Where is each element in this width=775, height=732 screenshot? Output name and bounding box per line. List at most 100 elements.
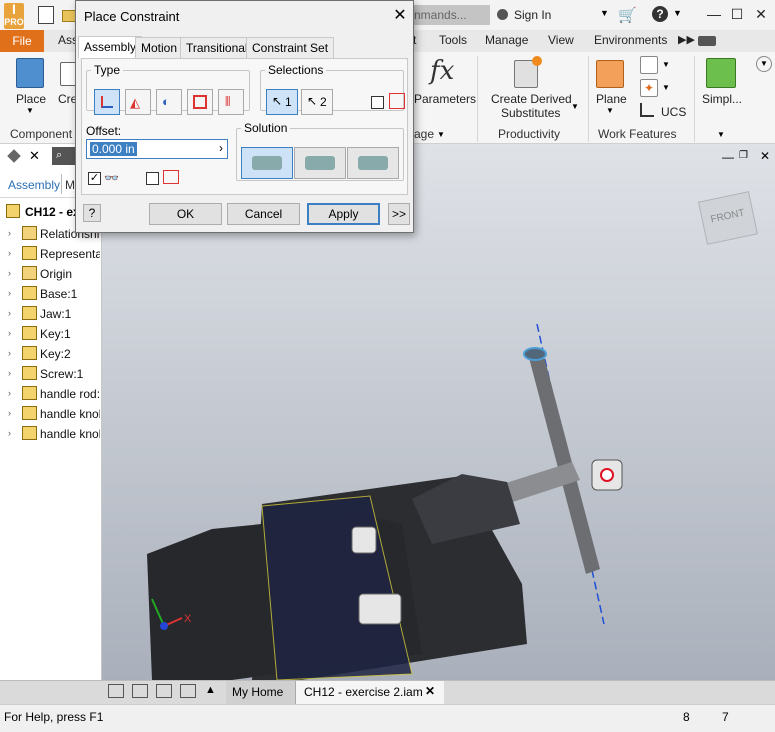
expand-chevron-icon[interactable]: › <box>8 428 11 438</box>
expand-chevron-icon[interactable]: › <box>8 268 11 278</box>
ok-button[interactable]: OK <box>149 203 222 225</box>
tab-assembly[interactable]: Assembly <box>78 36 143 58</box>
insert-constraint-icon[interactable] <box>187 89 213 115</box>
more-options-button[interactable]: >> <box>388 203 410 225</box>
search-input[interactable]: nmands... <box>408 5 490 25</box>
maximize-icon[interactable]: ☐ <box>728 5 746 23</box>
expand-chevron-icon[interactable]: › <box>8 408 11 418</box>
axis-dropdown-icon[interactable]: ▼ <box>662 60 670 69</box>
more-tabs-icon[interactable]: ▶▶ <box>678 33 695 46</box>
apply-button[interactable]: Apply <box>307 203 380 225</box>
dialog-close-icon[interactable]: ✕ <box>390 5 410 25</box>
part-icon <box>22 386 37 400</box>
point-icon[interactable]: ✦ <box>640 79 658 97</box>
browser-tree-item[interactable]: › Screw:1 <box>0 364 100 384</box>
tab-environments[interactable]: Environments <box>594 33 667 47</box>
cascade-windows-icon[interactable] <box>108 684 124 698</box>
place-dropdown-icon[interactable]: ▼ <box>26 106 34 115</box>
close-browser-icon[interactable]: ✕ <box>29 148 40 164</box>
selection-1-button[interactable]: ↖ 1 <box>266 89 298 115</box>
inventor-logo-icon[interactable]: I PRO <box>4 2 24 29</box>
viewport-minimize-icon[interactable]: — <box>722 150 734 164</box>
simplify-dropdown-icon[interactable]: ▼ <box>717 130 725 139</box>
pick-part-first-checkbox[interactable] <box>371 96 384 109</box>
panel-toggle-icon[interactable] <box>698 36 716 46</box>
browser-tree-item[interactable]: › Key:2 <box>0 344 100 364</box>
symmetry-constraint-icon[interactable]: ⫴ <box>218 89 244 115</box>
browser-tree-item[interactable]: › Representati <box>0 244 100 264</box>
browser-tree-item[interactable]: › Base:1 <box>0 284 100 304</box>
help-dropdown-icon[interactable]: ▼ <box>673 8 682 18</box>
ribbon-options-icon[interactable]: ▼ <box>756 56 772 72</box>
tangent-constraint-icon[interactable]: ◐ <box>156 89 182 115</box>
axis-icon[interactable] <box>640 56 658 74</box>
doc-menu-icon[interactable]: ▲ <box>205 684 216 696</box>
expand-chevron-icon[interactable]: › <box>8 248 11 258</box>
selection-2-button[interactable]: ↖ 2 <box>301 89 333 115</box>
undirected-solution-button[interactable] <box>347 147 399 179</box>
ucs-button[interactable]: UCS <box>661 105 686 119</box>
expand-chevron-icon[interactable]: › <box>8 328 11 338</box>
tile-windows-icon[interactable] <box>132 684 148 698</box>
viewport-close-icon[interactable]: ✕ <box>760 149 770 163</box>
create-derived-label[interactable]: Create Derived <box>491 92 572 106</box>
dialog-help-button[interactable]: ? <box>83 204 101 222</box>
vertical-tile-icon[interactable] <box>180 684 196 698</box>
plane-button[interactable]: Plane <box>596 92 627 106</box>
tab-transitional[interactable]: Transitional <box>180 37 254 58</box>
new-file-icon[interactable] <box>38 6 54 24</box>
tab-active-document[interactable]: CH12 - exercise 2.iam <box>296 681 444 704</box>
place-button-label[interactable]: Place <box>16 92 46 106</box>
substitutes-label[interactable]: Substitutes <box>501 106 560 120</box>
cancel-button[interactable]: Cancel <box>227 203 300 225</box>
cart-icon[interactable]: 🛒 <box>618 6 637 24</box>
tab-browser-assembly[interactable]: Assembly <box>8 178 60 192</box>
parameters-fx-icon[interactable]: fx <box>430 56 454 86</box>
browser-tree-item[interactable]: › Key:1 <box>0 324 100 344</box>
close-doc-tab-icon[interactable]: ✕ <box>425 684 435 698</box>
browser-tree-item[interactable]: › handle knob <box>0 424 100 444</box>
browser-tree-item[interactable]: › handle knob <box>0 404 100 424</box>
substitutes-dropdown-icon[interactable]: ▼ <box>571 102 579 111</box>
sign-in-link[interactable]: Sign In <box>514 8 551 22</box>
simplify-button[interactable]: Simpl... <box>702 92 742 106</box>
ucs-icon[interactable] <box>640 103 654 117</box>
expand-chevron-icon[interactable]: › <box>8 388 11 398</box>
point-dropdown-icon[interactable]: ▼ <box>662 83 670 92</box>
plane-dropdown-icon[interactable]: ▼ <box>606 106 614 115</box>
mate-constraint-icon[interactable] <box>94 89 120 115</box>
expand-chevron-icon[interactable]: › <box>8 308 11 318</box>
assembly-root-label[interactable]: CH12 - ex <box>25 205 80 219</box>
predict-offset-checkbox[interactable] <box>146 172 159 185</box>
group-expand-icon[interactable]: ▼ <box>437 130 445 139</box>
angle-constraint-icon[interactable]: ◭ <box>125 89 151 115</box>
horizontal-tile-icon[interactable] <box>156 684 172 698</box>
expand-chevron-icon[interactable]: › <box>8 228 11 238</box>
plane-icon[interactable] <box>596 60 624 88</box>
viewport-restore-icon[interactable]: ❐ <box>739 150 748 161</box>
tab-view[interactable]: View <box>548 33 574 47</box>
flush-solution-button[interactable] <box>294 147 346 179</box>
close-app-icon[interactable]: ✕ <box>752 5 770 23</box>
expand-chevron-icon[interactable]: › <box>8 288 11 298</box>
browser-tree-item[interactable]: › Origin <box>0 264 100 284</box>
browser-tree-item[interactable]: › handle rod: <box>0 384 100 404</box>
tab-my-home[interactable]: My Home <box>226 681 296 704</box>
tab-file[interactable]: File <box>0 30 44 52</box>
preview-checkbox[interactable]: ✓ <box>88 172 101 185</box>
minimize-icon[interactable]: — <box>705 5 723 23</box>
tab-tools[interactable]: Tools <box>439 33 467 47</box>
tab-constraint-set[interactable]: Constraint Set <box>246 37 335 58</box>
parameters-button[interactable]: Parameters <box>414 92 476 106</box>
browser-tree-item[interactable]: › Jaw:1 <box>0 304 100 324</box>
tab-motion[interactable]: Motion <box>135 37 184 58</box>
expand-chevron-icon[interactable]: › <box>8 368 11 378</box>
expand-chevron-icon[interactable]: › <box>8 348 11 358</box>
offset-input[interactable]: 0.000 in › <box>86 139 228 159</box>
simplify-icon[interactable] <box>706 58 736 88</box>
help-icon[interactable]: ? <box>652 6 668 22</box>
tab-manage[interactable]: Manage <box>485 33 528 47</box>
place-component-icon[interactable] <box>16 58 44 88</box>
chevron-down-icon[interactable]: ▼ <box>600 8 609 18</box>
mate-solution-button[interactable] <box>241 147 293 179</box>
